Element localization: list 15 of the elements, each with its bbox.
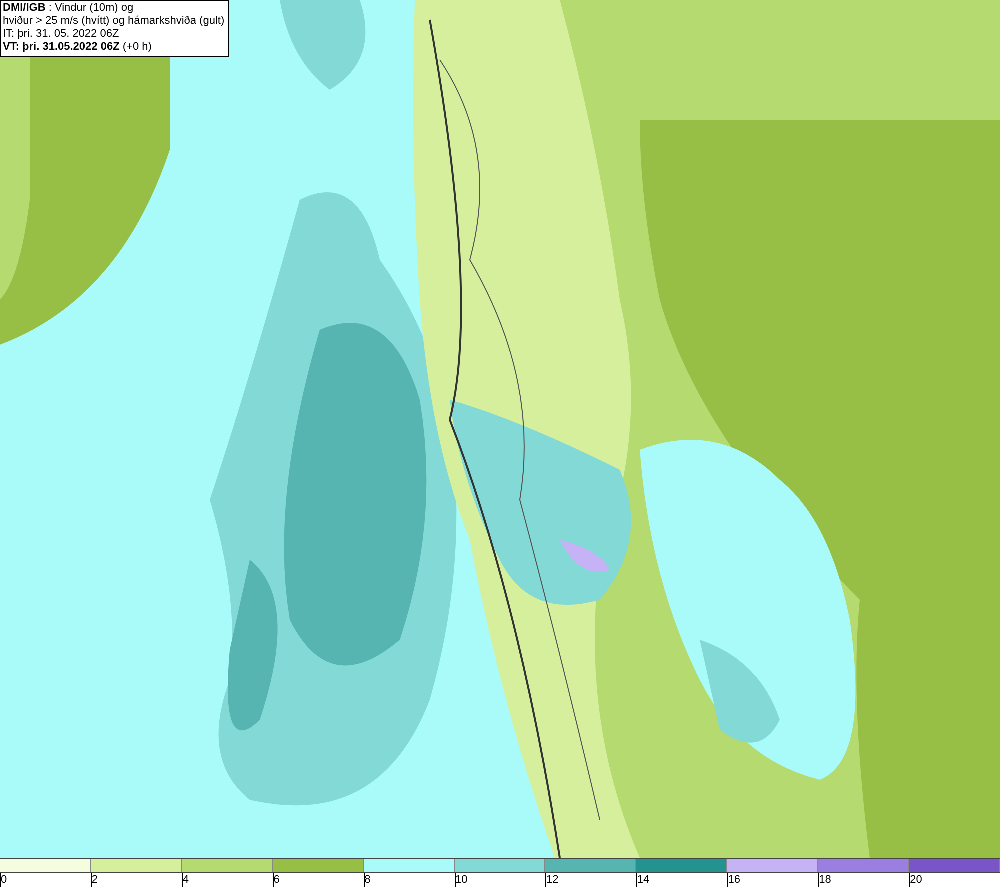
caption-line: IT: þri. 31. 05. 2022 06Z	[3, 28, 120, 41]
caption-line: DMI/IGB : Vindur (10m) og	[3, 2, 135, 15]
scale-label: 4	[182, 873, 189, 887]
scale-label: 16	[727, 873, 741, 887]
scale-label: 0	[0, 873, 8, 887]
scale-label: 2	[90, 873, 98, 887]
scale-label: 18	[818, 873, 832, 887]
caption-line: VT: þri. 31.05.2022 06Z (+0 h)	[3, 41, 153, 54]
scale-label: 6	[272, 873, 280, 887]
scale-label: 14	[636, 873, 650, 887]
scale-label: 8	[364, 873, 371, 887]
scale-label: 20	[909, 873, 922, 887]
caption-line: hviður > 25 m/s (hvítt) og hámarkshviða (gult)	[3, 15, 225, 28]
scale-label: 12	[545, 873, 559, 887]
scale-label: 10	[454, 873, 468, 887]
